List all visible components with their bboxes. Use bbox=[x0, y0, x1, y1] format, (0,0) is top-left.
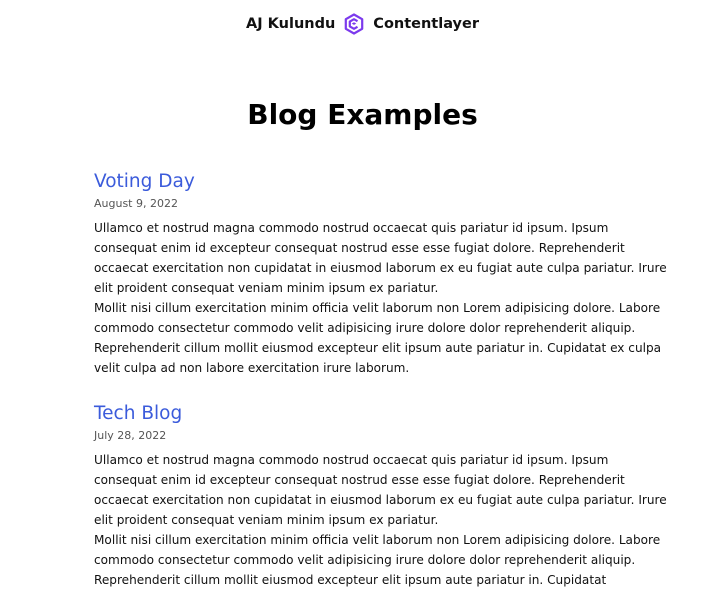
post-date: August 9, 2022 bbox=[94, 197, 178, 210]
post-paragraph: Mollit nisi cillum exercitation minim of… bbox=[94, 301, 662, 375]
post-body: Ullamco et nostrud magna commodo nostrud… bbox=[94, 218, 669, 378]
post-paragraph: Ullamco et nostrud magna commodo nostrud… bbox=[94, 221, 667, 295]
contentlayer-logo-icon[interactable] bbox=[343, 13, 365, 35]
post-item: Tech Blog July 28, 2022 Ullamco et nostr… bbox=[94, 400, 669, 590]
post-paragraph: Mollit nisi cillum exercitation minim of… bbox=[94, 533, 661, 587]
author-link[interactable]: AJ Kulundu bbox=[246, 16, 335, 32]
brand-link[interactable]: Contentlayer bbox=[373, 16, 479, 32]
post-list: Voting Day August 9, 2022 Ullamco et nos… bbox=[94, 168, 669, 612]
post-title-link[interactable]: Voting Day bbox=[94, 168, 669, 196]
post-paragraph: Ullamco et nostrud magna commodo nostrud… bbox=[94, 453, 667, 527]
site-header: AJ Kulundu Contentlayer bbox=[0, 12, 725, 36]
post-item: Voting Day August 9, 2022 Ullamco et nos… bbox=[94, 168, 669, 378]
page-title: Blog Examples bbox=[247, 98, 478, 131]
post-body: Ullamco et nostrud magna commodo nostrud… bbox=[94, 450, 669, 590]
post-date: July 28, 2022 bbox=[94, 429, 167, 442]
post-title-link[interactable]: Tech Blog bbox=[94, 400, 669, 428]
